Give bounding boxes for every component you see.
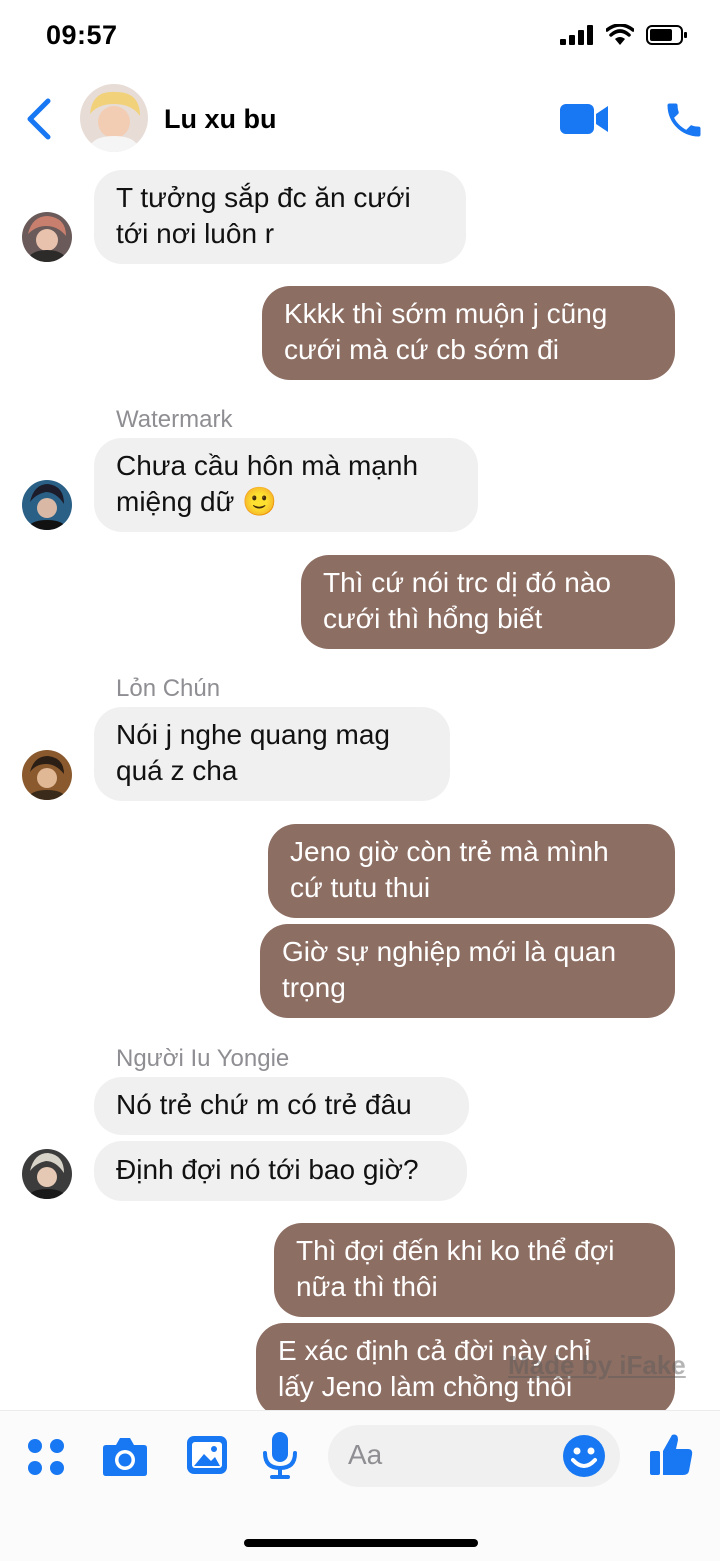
apps-icon[interactable]: [26, 1437, 66, 1477]
message-bubble-incoming[interactable]: Định đợi nó tới bao giờ?: [94, 1141, 467, 1201]
message-bubble-outgoing[interactable]: Thì cứ nói trc dị đó nào cưới thì hổng b…: [301, 555, 675, 649]
message-bubble-incoming[interactable]: Nói j nghe quang mag quá z cha: [94, 707, 450, 801]
message-input[interactable]: Aa: [328, 1425, 620, 1487]
message-bubble-outgoing[interactable]: Jeno giờ còn trẻ mà mình cứ tutu thui: [268, 824, 675, 918]
camera-icon[interactable]: [102, 1435, 148, 1477]
battery-icon: [646, 25, 687, 45]
sender-avatar[interactable]: [22, 1149, 72, 1199]
status-time: 09:57: [46, 20, 118, 50]
chat-header: Lu xu bu: [0, 80, 720, 164]
home-indicator[interactable]: [244, 1539, 478, 1547]
sender-avatar[interactable]: [22, 750, 72, 800]
message-bubble-outgoing[interactable]: Thì đợi đến khi ko thể đợi nữa thì thôi: [274, 1223, 675, 1317]
emoji-icon[interactable]: [562, 1434, 606, 1478]
sender-avatar[interactable]: [22, 212, 72, 262]
phone-icon[interactable]: [662, 98, 706, 142]
sender-avatar[interactable]: [22, 480, 72, 530]
sender-name: Người Iu Yongie: [116, 1045, 290, 1072]
message-input-placeholder: Aa: [348, 1439, 383, 1470]
message-bubble-outgoing[interactable]: Kkkk thì sớm muộn j cũng cưới mà cứ cb s…: [262, 286, 675, 380]
sender-name: Lỏn Chún: [116, 675, 221, 702]
message-bubble-incoming[interactable]: T tưởng sắp đc ăn cưới tới nơi luôn r: [94, 170, 466, 264]
like-icon[interactable]: [648, 1431, 694, 1477]
status-bar: 09:57: [0, 0, 720, 80]
status-icons: [560, 24, 688, 46]
contact-name[interactable]: Lu xu bu: [164, 104, 276, 135]
back-icon[interactable]: [24, 98, 54, 140]
contact-avatar[interactable]: [80, 84, 148, 152]
gallery-icon[interactable]: [186, 1435, 228, 1475]
signal-icon: [560, 25, 593, 45]
message-bubble-incoming[interactable]: Nó trẻ chứ m có trẻ đâu: [94, 1077, 469, 1135]
composer-bar: Aa: [0, 1410, 720, 1561]
video-call-icon[interactable]: [560, 102, 610, 136]
message-bubble-outgoing[interactable]: Giờ sự nghiệp mới là quan trọng: [260, 924, 675, 1018]
microphone-icon[interactable]: [262, 1431, 298, 1479]
wifi-icon: [606, 24, 634, 45]
sender-name: Watermark: [116, 406, 233, 433]
watermark-text: Made by iFake: [508, 1350, 686, 1380]
message-bubble-incoming[interactable]: Chưa cầu hôn mà mạnh miệng dữ 🙂: [94, 438, 478, 532]
